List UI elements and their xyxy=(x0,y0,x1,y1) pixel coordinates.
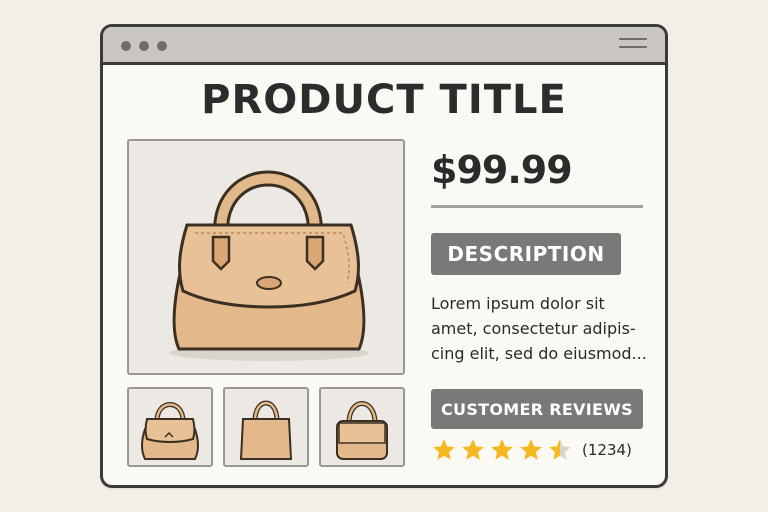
star-rating[interactable]: (1234) xyxy=(431,435,632,465)
tote-bag-thumbnail-icon xyxy=(239,400,293,460)
product-thumbnail[interactable] xyxy=(223,387,309,467)
star-full-icon xyxy=(520,439,542,460)
satchel-thumbnail-icon xyxy=(336,401,388,460)
customer-reviews-tab[interactable]: CUSTOMER REVIEWS xyxy=(431,389,643,429)
star-full-icon xyxy=(491,439,513,460)
star-full-icon xyxy=(433,439,455,460)
product-title: PRODUCT TITLE xyxy=(201,77,567,123)
main-product-image[interactable] xyxy=(127,139,405,375)
handbag-thumbnail-icon xyxy=(141,402,199,460)
description-tab[interactable]: DESCRIPTION xyxy=(431,233,621,275)
window-control-dot[interactable] xyxy=(157,41,167,51)
review-count: (1234) xyxy=(582,441,632,459)
description-line: Lorem ipsum dolor sit xyxy=(431,294,605,313)
window-control-dot[interactable] xyxy=(121,41,131,51)
window-titlebar xyxy=(103,27,665,65)
description-line: amet, consectetur adipis- xyxy=(431,319,636,338)
star-full-icon xyxy=(462,439,484,460)
product-thumbnail[interactable] xyxy=(319,387,405,467)
description-text: Lorem ipsum dolor sit amet, consectetur … xyxy=(431,291,655,366)
hamburger-menu-icon[interactable] xyxy=(619,38,647,52)
description-line: cing elit, sed do eiusmod... xyxy=(431,344,647,363)
browser-window: PRODUCT TITLE $99.99 DESCRIPTION Lorem i… xyxy=(100,24,668,488)
divider xyxy=(431,205,643,208)
product-thumbnail[interactable] xyxy=(127,387,213,467)
window-control-dot[interactable] xyxy=(139,41,149,51)
star-half-icon xyxy=(549,439,571,460)
handbag-icon xyxy=(169,170,369,361)
product-price: $99.99 xyxy=(431,148,573,192)
